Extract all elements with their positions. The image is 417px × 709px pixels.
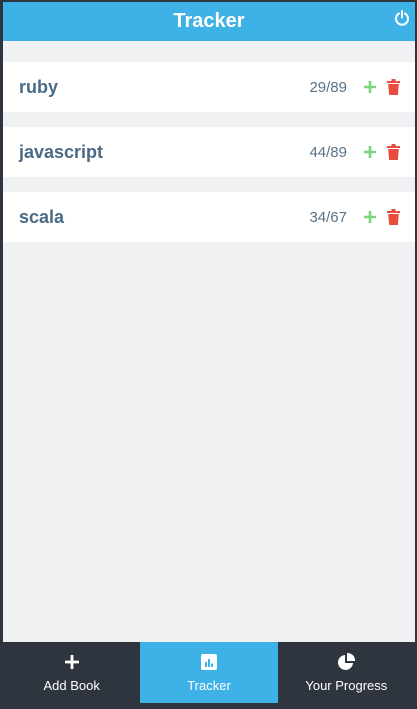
book-progress: 29/89 [309,78,347,96]
plus-icon[interactable] [362,143,378,161]
power-icon[interactable] [394,10,410,26]
page-title: Tracker [173,10,245,32]
book-progress: 34/67 [309,208,347,226]
bar-chart-icon [200,652,217,672]
nav-tracker[interactable]: Tracker [140,642,278,703]
trash-icon[interactable] [385,78,401,96]
nav-your-progress[interactable]: Your Progress [277,642,415,703]
book-list: ruby 29/89 javascript 44/89 scala 34/67 [3,62,415,257]
book-progress: 44/89 [309,143,347,161]
app-screen: Tracker ruby 29/89 javascript 44/89 scal… [3,2,415,703]
book-title: ruby [19,76,59,97]
nav-label: Your Progress [305,678,388,693]
book-title: javascript [19,141,104,162]
book-title: scala [19,206,65,227]
bottom-nav: Add Book Tracker Your Progress [3,642,415,703]
book-row: ruby 29/89 [3,62,415,112]
app-header: Tracker [3,2,415,41]
trash-icon[interactable] [385,208,401,226]
nav-label: Tracker [187,678,231,693]
book-row: scala 34/67 [3,192,415,242]
pie-chart-icon [337,652,356,672]
trash-icon[interactable] [385,143,401,161]
book-row: javascript 44/89 [3,127,415,177]
nav-label: Add Book [43,678,100,693]
plus-icon[interactable] [362,208,378,226]
plus-icon[interactable] [362,78,378,96]
plus-icon [64,652,80,672]
nav-add-book[interactable]: Add Book [3,642,141,703]
